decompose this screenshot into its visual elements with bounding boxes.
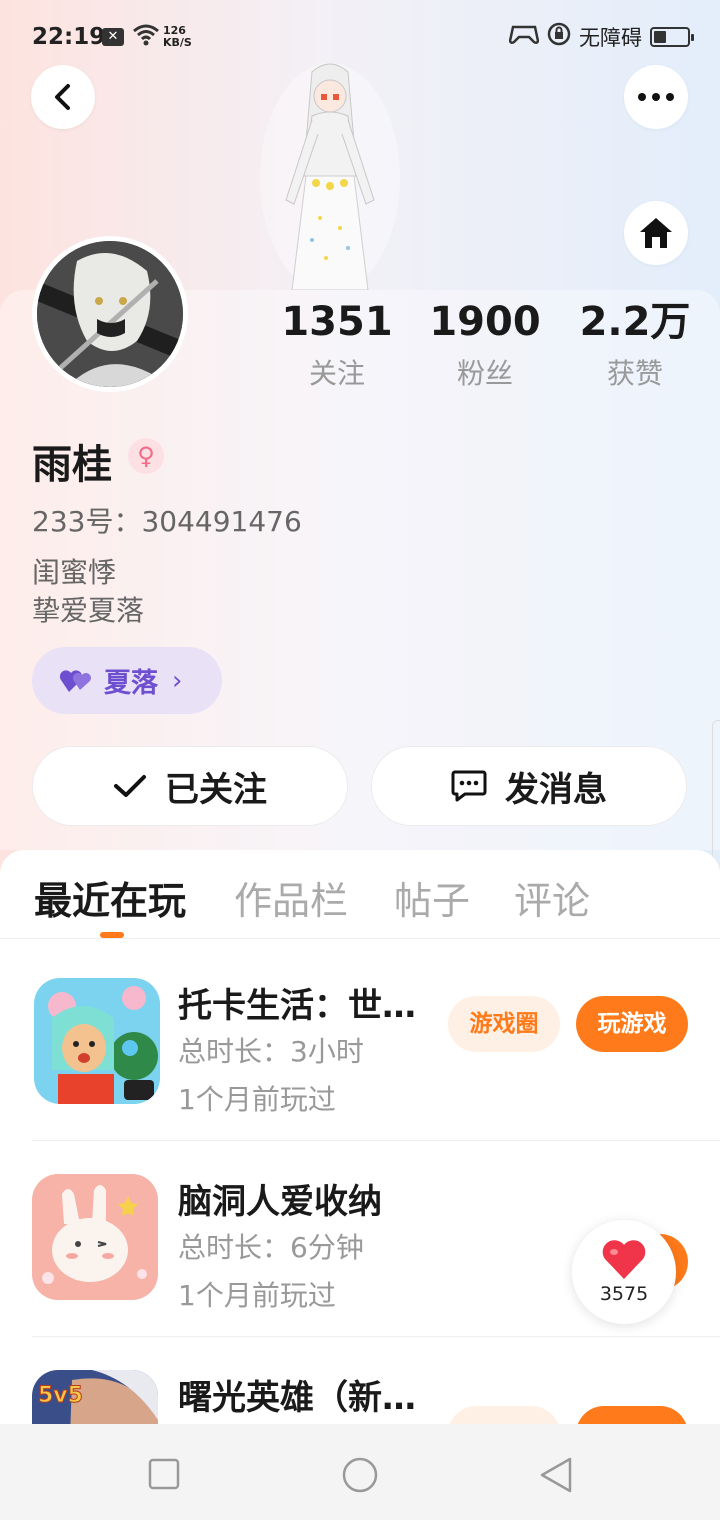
lock-rotation-icon [547,22,571,52]
game-duration: 总时长：3小时 [178,1035,364,1068]
tab-comments[interactable]: 评论 [514,870,590,925]
character-figure [250,58,410,293]
like-count: 3575 [599,1283,649,1305]
speed-unit: KB/S [163,36,192,49]
stat-label: 粉丝 [456,357,513,390]
game-item[interactable]: 托卡生活：世… 总时长：3小时 1个月前玩过 游戏圈 玩游戏 [0,978,720,1174]
like-float-button[interactable]: 3575 [572,1220,676,1324]
play-game-button[interactable]: 玩游戏 [576,996,688,1052]
content-panel: 最近在玩 作品栏 帖子 评论 托卡生活：世… 总时长：3小时 1个月前玩过 游戏… [0,850,720,1496]
row-divider [32,1336,720,1337]
game-title: 脑洞人爱收纳 [178,1182,382,1222]
tab-posts[interactable]: 帖子 [394,870,470,925]
chevron-right-icon: › [172,665,183,696]
system-nav-bar [0,1424,720,1520]
message-label: 发消息 [505,769,607,810]
wifi-icon [132,24,160,52]
game-title: 托卡生活：世… [178,986,416,1026]
back-nav-icon[interactable] [538,1456,574,1494]
chevron-left-icon [55,84,70,110]
relation-tag-label: 夏落 [104,668,158,699]
status-time: 22:19 [32,24,106,50]
home-icon [640,218,672,248]
chat-bubble-icon [451,770,487,802]
gamepad-icon [508,23,540,51]
accessibility-label: 无障碍 [579,26,642,50]
storage-game-icon [32,1174,158,1300]
notification-icon: ✕ [102,28,124,46]
battery-icon [650,27,694,47]
bio-line: 闺蜜悸 [32,556,117,589]
game-title: 曙光英雄（新… [178,1378,416,1418]
stat-label: 关注 [308,357,365,390]
followed-button[interactable]: 已关注 [32,746,348,826]
game-last-played: 1个月前玩过 [178,1083,336,1116]
check-icon [114,775,146,797]
stat-value: 2.2万 [579,299,691,345]
stat-value: 1900 [429,299,541,345]
tab-divider [0,938,720,939]
stat-following[interactable]: 1351 关注 [272,298,402,392]
more-button[interactable] [624,65,688,129]
profile-uid[interactable]: 233号：304491476 [32,500,302,540]
game-duration: 总时长：6分钟 [178,1231,364,1264]
tab-works[interactable]: 作品栏 [234,870,348,925]
toca-life-game-icon [34,978,160,1104]
tab-recently-played[interactable]: 最近在玩 [34,870,186,925]
stat-likes[interactable]: 2.2万 获赞 [570,298,700,392]
game-badge: 5v5 [38,1383,83,1408]
bio-line: 挚爱夏落 [32,594,145,627]
double-heart-icon [60,669,91,692]
female-icon: ♀ [128,438,164,474]
recent-apps-icon[interactable] [148,1458,180,1490]
stat-value: 1351 [281,299,393,345]
stat-label: 获赞 [606,357,663,390]
followed-label: 已关注 [165,769,267,810]
more-dots-icon [638,93,674,101]
back-button[interactable] [31,65,95,129]
avatar[interactable] [32,236,188,392]
game-last-played: 1个月前玩过 [178,1279,336,1312]
message-button[interactable]: 发消息 [371,746,687,826]
profile-name: 雨桂 [32,442,112,488]
profile-bio: 闺蜜悸 挚爱夏落 [32,554,144,630]
home-nav-icon[interactable] [341,1456,379,1494]
game-circle-button[interactable]: 游戏圈 [448,996,560,1052]
network-speed: 126 KB/S [163,25,192,49]
heart-icon [602,1240,646,1279]
relation-tag[interactable]: 夏落 › [32,647,222,714]
home-button[interactable] [624,201,688,265]
stat-followers[interactable]: 1900 粉丝 [420,298,550,392]
row-divider [32,1140,720,1141]
